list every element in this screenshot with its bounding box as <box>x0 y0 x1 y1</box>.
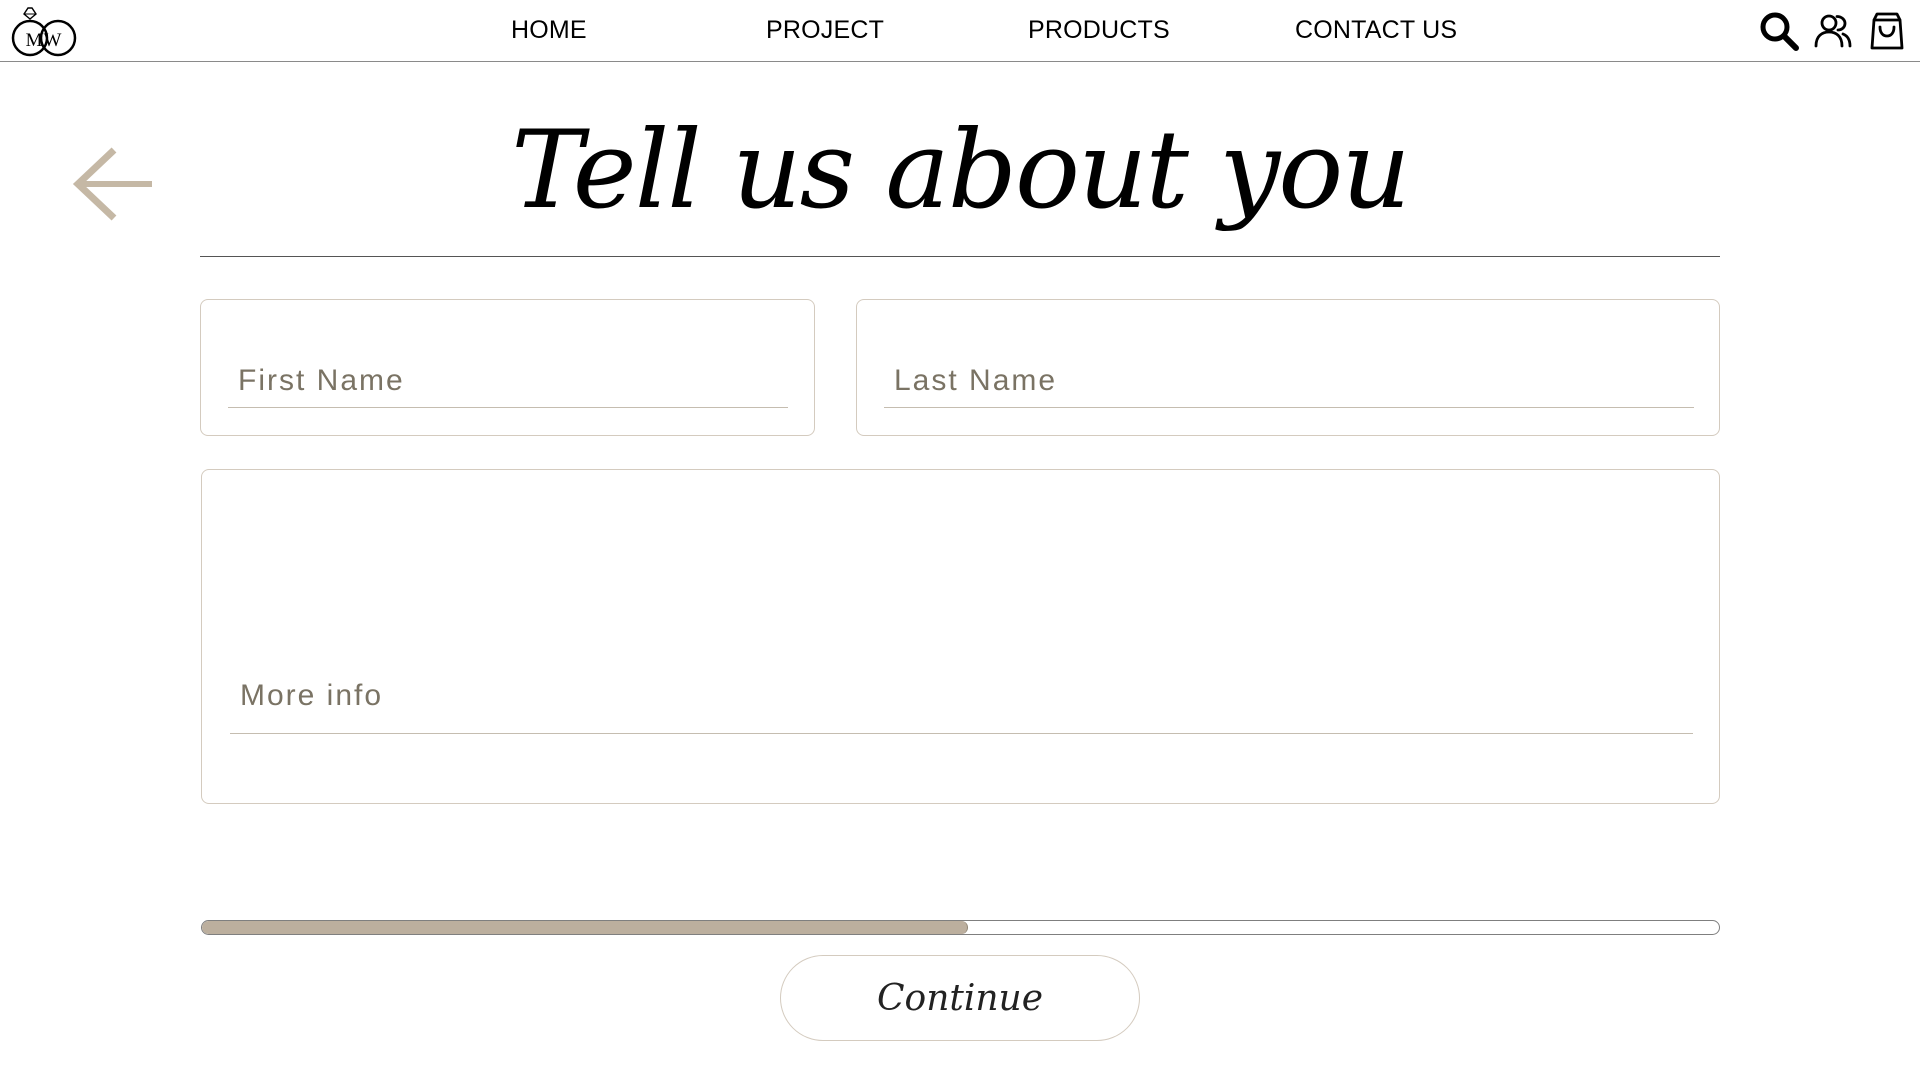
continue-button[interactable]: Continue <box>780 955 1140 1041</box>
last-name-input[interactable] <box>884 358 1694 408</box>
title-divider <box>200 256 1720 257</box>
nav-contact-us[interactable]: CONTACT US <box>1295 16 1457 45</box>
users-icon[interactable] <box>1812 10 1854 52</box>
more-info-input[interactable] <box>230 670 1693 734</box>
progress-fill <box>202 921 969 934</box>
first-name-box <box>200 299 815 436</box>
last-name-box <box>856 299 1720 436</box>
nav-products[interactable]: PRODUCTS <box>1028 16 1170 45</box>
nav-project[interactable]: PROJECT <box>766 16 884 45</box>
back-arrow-icon[interactable] <box>72 146 156 222</box>
nav-home[interactable]: HOME <box>511 16 587 45</box>
progress-bar <box>201 920 1720 935</box>
site-header: MW HOME PROJECT PRODUCTS CONTACT US <box>0 0 1920 62</box>
more-info-box <box>201 469 1720 804</box>
first-name-input[interactable] <box>228 358 788 408</box>
brand-logo[interactable]: MW <box>8 4 86 60</box>
search-icon[interactable] <box>1758 10 1800 52</box>
shopping-bag-icon[interactable] <box>1866 10 1908 52</box>
page-title: Tell us about you <box>511 108 1411 233</box>
logo-monogram: MW <box>26 30 63 51</box>
